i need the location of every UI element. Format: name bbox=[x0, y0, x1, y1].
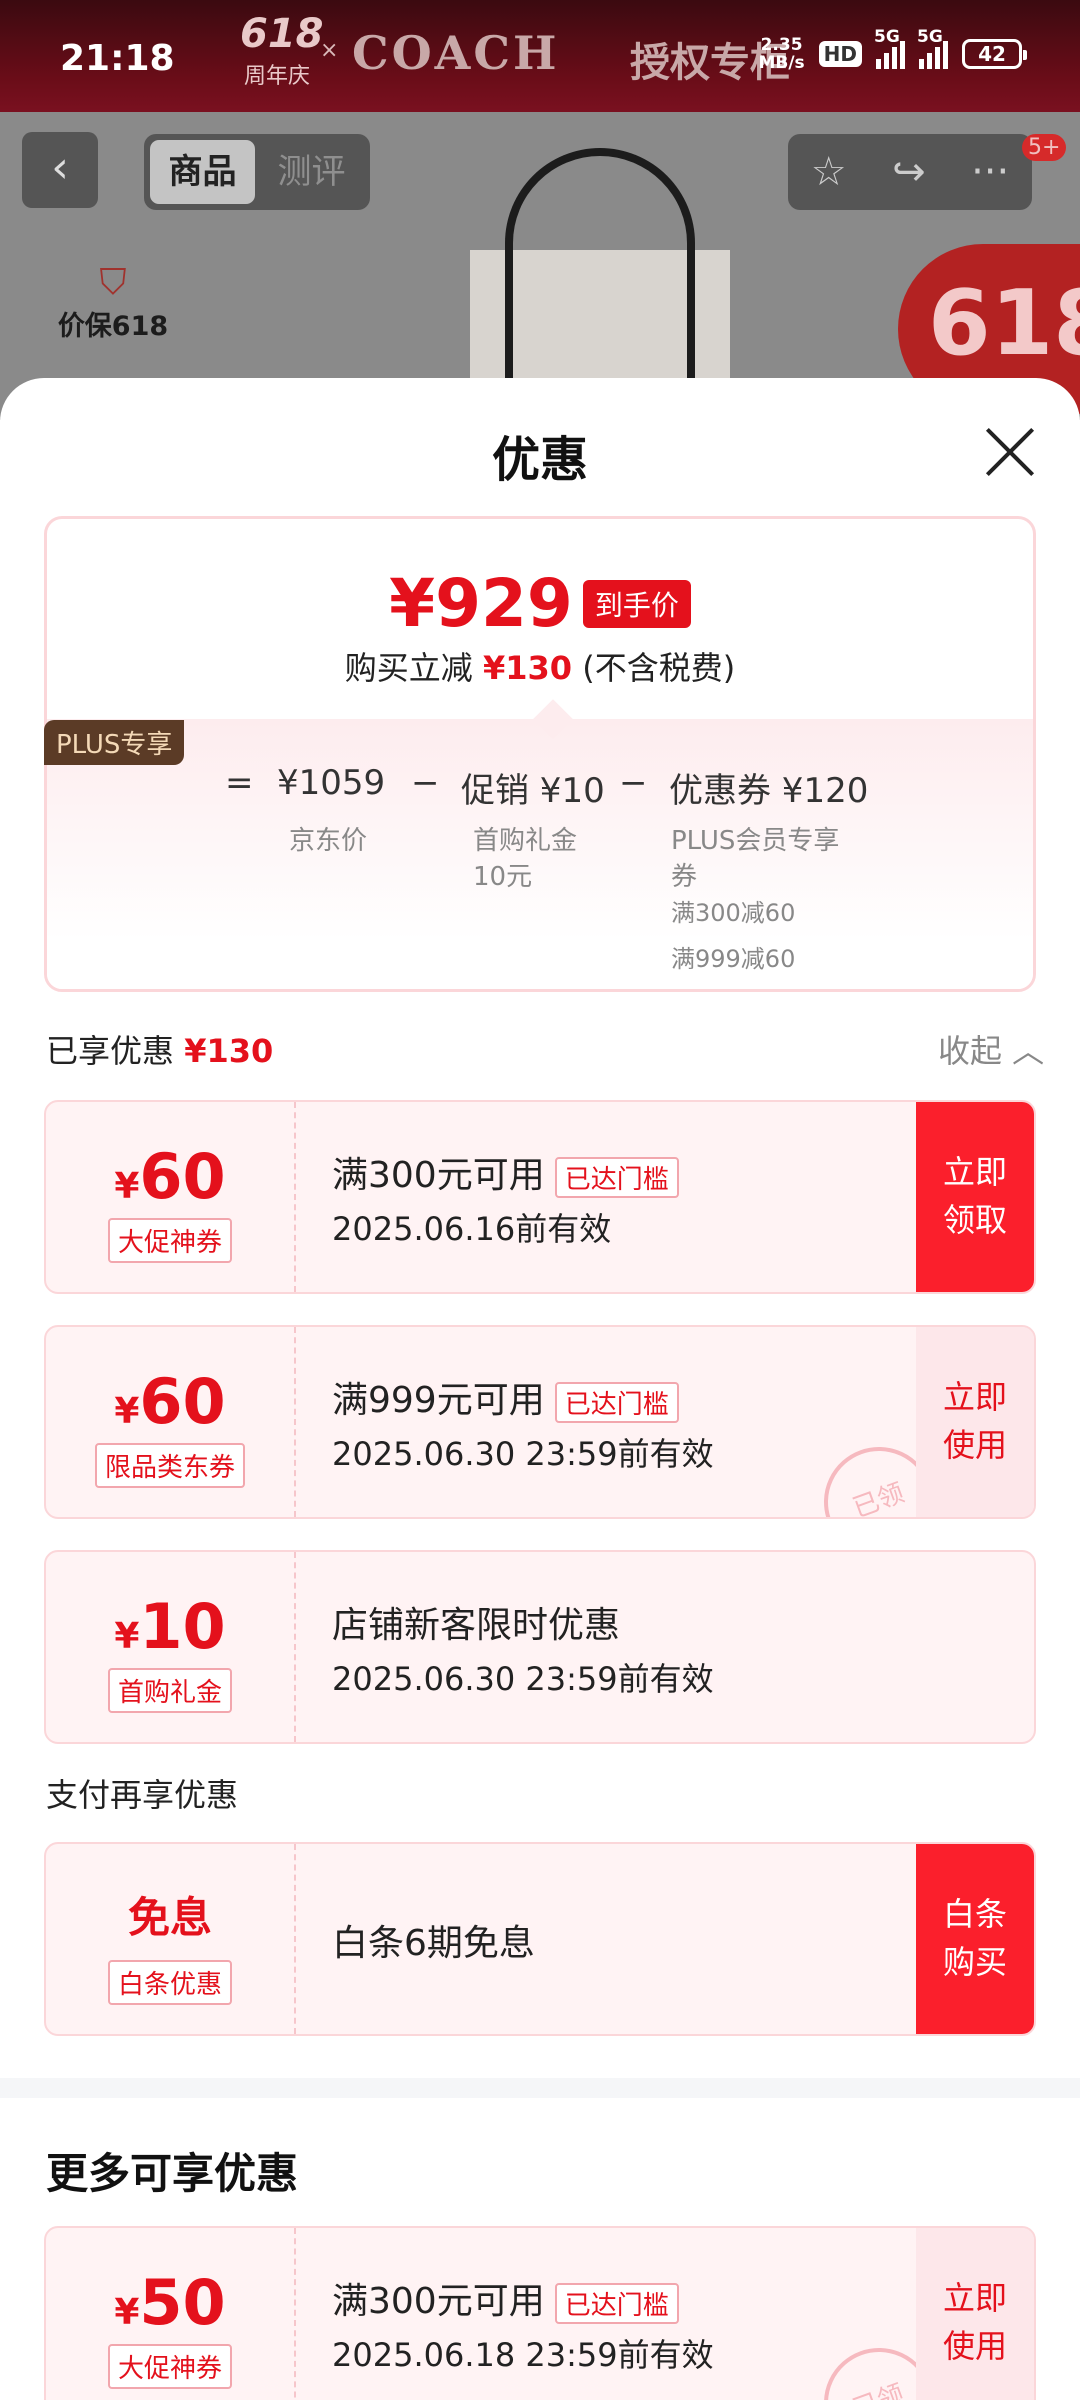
coupon-validity: 2025.06.16前有效 bbox=[332, 1210, 612, 1248]
threshold-reached-badge: 已达门槛 bbox=[554, 2282, 679, 2324]
save-line: 购买立减 ¥130 (不含税费) bbox=[47, 643, 1033, 689]
close-icon[interactable] bbox=[980, 422, 1040, 482]
calc-promo: 促销 ¥10 bbox=[461, 771, 605, 811]
section-divider bbox=[0, 2078, 1080, 2098]
coupon-amount: ¥60 bbox=[114, 1365, 226, 1438]
calc-minus-2: − bbox=[619, 763, 648, 803]
coupon-condition: 满300元可用 已达门槛 bbox=[332, 2272, 679, 2324]
calc-coupon: 优惠券 ¥120 bbox=[669, 771, 869, 811]
coupon-amount: ¥60 bbox=[114, 1140, 226, 1213]
status-time: 21:18 bbox=[60, 38, 175, 79]
use-now-button[interactable]: 立即 使用 bbox=[916, 2228, 1034, 2400]
calc-jd-price-label: 京东价 bbox=[289, 826, 368, 856]
final-price: ¥929 bbox=[389, 565, 573, 642]
threshold-reached-badge: 已达门槛 bbox=[554, 1381, 679, 1423]
coupon-card: ¥50 大促神券 满300元可用 已达门槛 2025.06.18 23:59前有效… bbox=[44, 2226, 1036, 2400]
status-icons: 2.35 MB/s HD 5G 5G 42 bbox=[758, 27, 1027, 72]
price-summary-card: ¥929 到手价 购买立减 ¥130 (不含税费) = ¥1059 − 促销 ¥1… bbox=[44, 516, 1036, 992]
coupon-validity: 2025.06.30 23:59前有效 bbox=[332, 1660, 714, 1698]
coupon-validity: 2025.06.18 23:59前有效 bbox=[332, 2336, 714, 2374]
calc-promo-label-2: 10元 bbox=[473, 862, 533, 892]
net-speed-unit: MB/s bbox=[758, 53, 805, 73]
price-guard-label: 价保618 bbox=[57, 311, 169, 342]
coupon-card: ¥10 首购礼金 店铺新客限时优惠 2025.06.30 23:59前有效 bbox=[44, 1550, 1036, 1744]
coupon-type-tag: 大促神券 bbox=[107, 1218, 233, 1263]
more-icon[interactable]: ··· bbox=[971, 149, 1009, 195]
signal-icon: 5G bbox=[874, 27, 905, 69]
coupon-type-tag: 限品类东券 bbox=[94, 1443, 246, 1488]
battery-icon: 42 bbox=[962, 39, 1027, 69]
signal-icon-2: 5G bbox=[917, 27, 948, 69]
coupon-type-tag: 大促神券 bbox=[107, 2344, 233, 2389]
calc-promo-label-1: 首购礼金 bbox=[473, 826, 578, 856]
calc-coupon-label: PLUS会员专享 券 满300减60 满999减60 bbox=[671, 823, 839, 977]
enjoyed-amount: ¥130 bbox=[184, 1032, 274, 1070]
more-discounts-title: 更多可享优惠 bbox=[46, 2149, 299, 2198]
net-speed: 2.35 MB/s bbox=[758, 36, 804, 72]
tab-review[interactable]: 测评 bbox=[259, 140, 364, 204]
save-suffix: (不含税费) bbox=[582, 649, 736, 687]
final-price-row: ¥929 到手价 bbox=[47, 565, 1033, 642]
coupon-condition: 满999元可用 已达门槛 bbox=[332, 1371, 679, 1423]
enjoyed-discount-label: 已享优惠 ¥130 bbox=[46, 1026, 273, 1072]
product-tabs: 商品 测评 bbox=[144, 134, 370, 210]
signal-5g-label-2: 5G bbox=[917, 27, 943, 47]
baitiao-card: 免息 白条优惠 白条6期免息 白条 购买 bbox=[44, 1842, 1036, 2036]
coupon-amount: ¥50 bbox=[114, 2266, 226, 2339]
message-badge: 5+ bbox=[1022, 134, 1067, 161]
interest-free-title: 免息 bbox=[127, 1893, 212, 1942]
price-guard[interactable]: ⛉ 价保618 bbox=[48, 262, 178, 343]
claim-now-button[interactable]: 立即 领取 bbox=[916, 1102, 1034, 1292]
baitiao-desc: 白条6期免息 bbox=[332, 1923, 535, 1964]
calc-jd-price: ¥1059 bbox=[277, 763, 386, 803]
pay-discount-label: 支付再享优惠 bbox=[46, 1776, 239, 1814]
calc-minus-1: − bbox=[411, 763, 440, 803]
save-prefix: 购买立减 bbox=[344, 649, 473, 687]
use-now-button[interactable]: 立即 使用 bbox=[916, 1327, 1034, 1517]
back-icon: ‹ bbox=[51, 142, 69, 193]
baitiao-tag: 白条优惠 bbox=[107, 1960, 233, 2005]
signal-5g-label: 5G bbox=[874, 27, 900, 47]
sheet-title: 优惠 bbox=[491, 432, 588, 488]
calc-coupon-label-1: PLUS会员专享 bbox=[671, 826, 840, 856]
baitiao-buy-button[interactable]: 白条 购买 bbox=[916, 1844, 1034, 2034]
coupon-type-tag: 首购礼金 bbox=[107, 1668, 233, 1713]
coupon-validity: 2025.06.30 23:59前有效 bbox=[332, 1435, 714, 1473]
nav-actions: ☆ ↪ ··· bbox=[788, 134, 1032, 210]
back-button[interactable]: ‹ bbox=[22, 132, 98, 208]
net-speed-value: 2.35 bbox=[760, 35, 803, 55]
status-bar: 21:18 2.35 MB/s HD 5G 5G 42 bbox=[0, 0, 1080, 120]
star-icon[interactable]: ☆ bbox=[811, 149, 847, 195]
coupon-card: ¥60 限品类东券 满999元可用 已达门槛 2025.06.30 23:59前有… bbox=[44, 1325, 1036, 1519]
final-price-tag: 到手价 bbox=[582, 579, 691, 628]
price-breakdown: = ¥1059 − 促销 ¥10 − 优惠券 ¥120 京东价 首购礼金 10元… bbox=[47, 699, 1033, 989]
calc-promo-label: 首购礼金 10元 bbox=[473, 823, 577, 895]
calc-coupon-label-2: 券 bbox=[671, 862, 698, 892]
coupon-amount: ¥10 bbox=[114, 1590, 226, 1663]
coupon-card: ¥60 大促神券 满300元可用 已达门槛 2025.06.16前有效 立即 领取 bbox=[44, 1100, 1036, 1294]
coupon-condition: 店铺新客限时优惠 bbox=[332, 1605, 621, 1646]
enjoyed-label: 已享优惠 bbox=[46, 1032, 175, 1070]
calc-coupon-label-4: 满999减60 bbox=[671, 945, 796, 973]
save-amount: ¥130 bbox=[482, 649, 573, 687]
tab-product[interactable]: 商品 bbox=[150, 140, 255, 204]
hd-icon: HD bbox=[818, 41, 862, 67]
shield-icon: ⛉ bbox=[99, 262, 127, 303]
collapse-button[interactable]: 收起 ︿ bbox=[938, 1026, 1044, 1072]
share-icon[interactable]: ↪ bbox=[892, 149, 926, 195]
calc-coupon-label-3: 满300减60 bbox=[671, 899, 796, 927]
plus-exclusive-tag: PLUS专享 bbox=[44, 720, 185, 765]
threshold-reached-badge: 已达门槛 bbox=[554, 1156, 679, 1198]
coupon-condition: 满300元可用 已达门槛 bbox=[332, 1146, 679, 1198]
calc-equals: = bbox=[225, 763, 254, 803]
